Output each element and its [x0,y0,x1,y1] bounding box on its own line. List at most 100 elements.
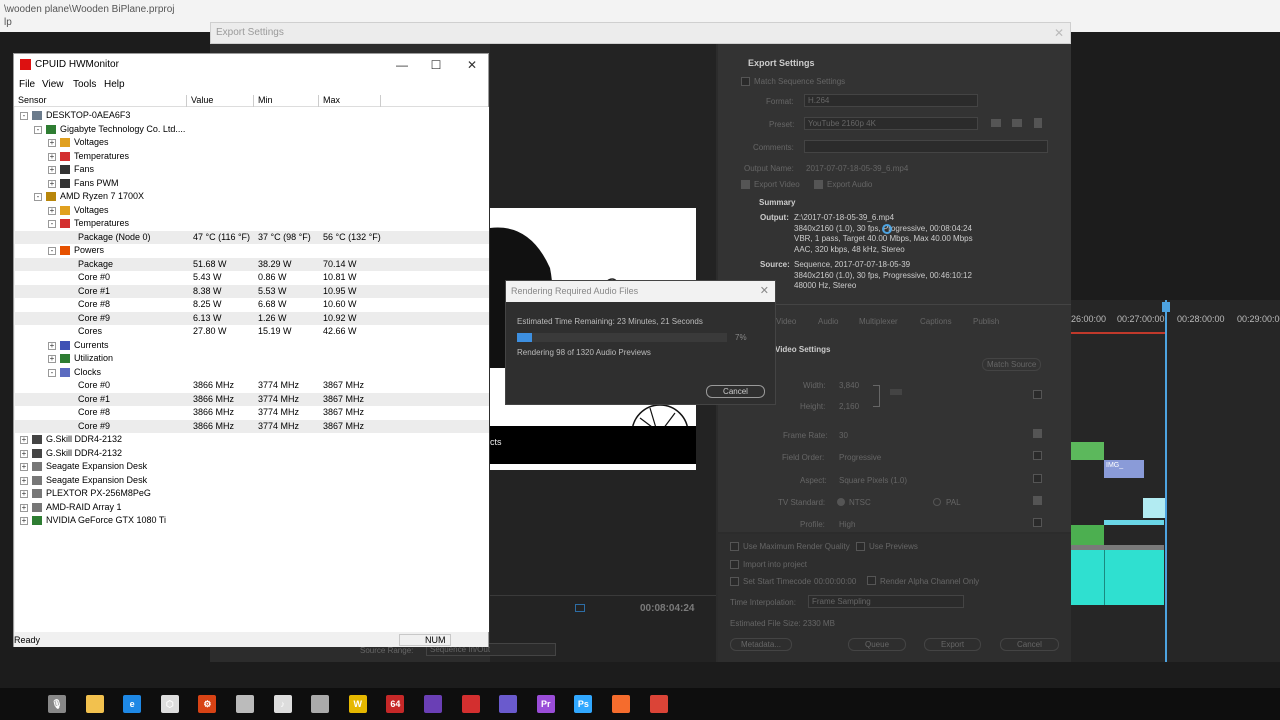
cancel-export-button[interactable]: Cancel [1000,638,1059,651]
expand-icon[interactable]: + [20,476,28,485]
sensor-reading-row[interactable]: Core #1 3866 MHz 3774 MHz 3867 MHz [15,392,489,406]
aspect-value[interactable]: Square Pixels (1.0) [839,476,907,485]
sensor-reading-row[interactable]: Core #1 8.38 W 5.53 W 10.95 W [15,284,489,298]
cpu-app-icon[interactable] [424,695,442,713]
pal-radio[interactable] [933,498,941,506]
tab-publish[interactable]: Publish [973,317,999,326]
sensor-reading-row[interactable]: Core #8 3866 MHz 3774 MHz 3867 MHz [15,406,489,420]
expand-icon[interactable]: + [20,449,28,458]
sensor-reading-row[interactable]: Core #8 8.25 W 6.68 W 10.60 W [15,298,489,312]
ntsc-radio[interactable] [837,498,845,506]
collapse-icon[interactable]: - [48,247,56,255]
media-encoder-icon[interactable] [499,695,518,713]
match-source-button[interactable]: Match Source [982,358,1042,371]
sensor-group-row[interactable]: + G.Skill DDR4-2132 [15,433,489,447]
menu-help[interactable]: Help [104,79,125,90]
microphone-icon[interactable]: 🎙 [48,695,66,713]
tab-video[interactable]: Video [776,317,796,326]
sensor-group-row[interactable]: - DESKTOP-0AEA6F3 [15,109,489,123]
hwmonitor-icon[interactable] [461,695,480,713]
chrome-icon[interactable] [649,695,668,713]
link-icon[interactable] [890,389,902,395]
sensor-group-row[interactable]: - Gigabyte Technology Co. Ltd.... [15,123,489,137]
tool-app-icon[interactable] [311,695,330,713]
winamp-icon[interactable]: W [348,695,367,713]
time-interpolation-select[interactable]: Frame Sampling [808,595,964,608]
tab-multiplexer[interactable]: Multiplexer [859,317,898,326]
expand-icon[interactable]: + [20,463,28,471]
collapse-icon[interactable]: - [34,125,42,134]
expand-icon[interactable]: + [20,517,28,525]
sensor-group-row[interactable]: + Temperatures [15,150,489,164]
collapse-icon[interactable]: - [34,193,42,201]
sensor-group-row[interactable]: + Fans [15,163,489,177]
frame-rate-value[interactable]: 30 [839,431,848,440]
export-button[interactable]: Export [924,638,982,651]
premiere-pro-icon[interactable]: Pr [536,695,555,713]
tab-audio[interactable]: Audio [818,317,838,326]
comments-input[interactable] [804,140,1048,153]
sensor-reading-row[interactable]: Core #0 3866 MHz 3774 MHz 3867 MHz [15,379,489,393]
sensor-group-row[interactable]: + Seagate Expansion Desk [15,460,489,474]
audio-clip[interactable] [1071,550,1164,605]
playhead[interactable] [1165,300,1167,662]
match-sequence-checkbox[interactable] [741,77,750,86]
origin-icon[interactable] [612,695,630,713]
tab-captions[interactable]: Captions [920,317,952,326]
width-height-checkbox[interactable] [1033,390,1042,399]
column-min[interactable]: Min [254,95,319,107]
expand-icon[interactable]: + [48,139,56,147]
menu-file[interactable]: File [19,79,35,90]
height-value[interactable]: 2,160 [839,402,859,411]
field-order-checkbox[interactable] [1033,451,1042,460]
tv-standard-checkbox[interactable] [1033,496,1042,505]
profile-value[interactable]: High [839,520,855,529]
itunes-icon[interactable]: ♪ [273,695,292,713]
preset-select[interactable]: YouTube 2160p 4K [804,117,978,130]
minimize-icon[interactable]: — [385,56,419,74]
export-video-checkbox[interactable] [741,180,750,189]
sensor-group-row[interactable]: + Seagate Expansion Desk [15,474,489,488]
video-clip[interactable] [1071,525,1104,545]
menu-view[interactable]: View [42,79,64,90]
sensor-group-row[interactable]: + Voltages [15,136,489,150]
sensor-group-row[interactable]: + AMD-RAID Array 1 [15,501,489,515]
queue-button[interactable]: Queue [848,638,907,651]
racing-app-icon[interactable] [236,695,254,713]
sensor-reading-row[interactable]: Cores 27.80 W 15.19 W 42.66 W [15,325,489,339]
image-clip[interactable]: IMG_ [1104,460,1144,478]
sensor-reading-row[interactable]: Package 51.68 W 38.29 W 70.14 W [15,257,489,271]
file-explorer-icon[interactable] [85,695,104,713]
expand-icon[interactable]: + [20,503,28,512]
output-name-value[interactable]: 2017-07-07-18-05-39_6.mp4 [806,164,908,173]
metadata-button[interactable]: Metadata... [730,638,793,651]
sensor-reading-row[interactable]: Package (Node 0) 47 °C (116 °F) 37 °C (98 … [15,230,489,244]
sensor-reading-row[interactable]: Core #9 6.13 W 1.26 W 10.92 W [15,311,489,325]
start-timecode-value[interactable]: 00:00:00:00 [814,577,856,586]
video-clip[interactable] [1143,498,1165,518]
sensor-group-row[interactable]: - AMD Ryzen 7 1700X [15,190,489,204]
expand-icon[interactable]: + [48,166,56,174]
video-clip[interactable] [1104,520,1164,525]
column-max[interactable]: Max [319,95,381,107]
close-icon[interactable]: ✕ [1054,23,1064,43]
max-render-quality-checkbox[interactable] [730,542,739,551]
sensor-group-row[interactable]: + Currents [15,339,489,353]
import-preset-icon[interactable] [1012,119,1022,127]
export-audio-checkbox[interactable] [814,180,823,189]
3d-app-icon[interactable]: ⬡ [160,695,179,713]
column-value[interactable]: Value [187,95,254,107]
close-icon[interactable]: ✕ [455,56,489,74]
video-clip[interactable] [1071,442,1104,460]
collapse-icon[interactable]: - [48,220,56,228]
field-order-value[interactable]: Progressive [839,453,881,462]
sensor-group-row[interactable]: - Powers [15,244,489,258]
collapse-icon[interactable]: - [48,368,56,377]
sensor-group-row[interactable]: - Clocks [15,366,489,380]
expand-icon[interactable]: + [48,179,56,188]
profile-checkbox[interactable] [1033,518,1042,527]
sensor-group-row[interactable]: + Fans PWM [15,177,489,191]
sensor-group-row[interactable]: - Temperatures [15,217,489,231]
close-icon[interactable]: ✕ [760,281,769,302]
sensor-reading-row[interactable]: Core #9 3866 MHz 3774 MHz 3867 MHz [15,419,489,433]
